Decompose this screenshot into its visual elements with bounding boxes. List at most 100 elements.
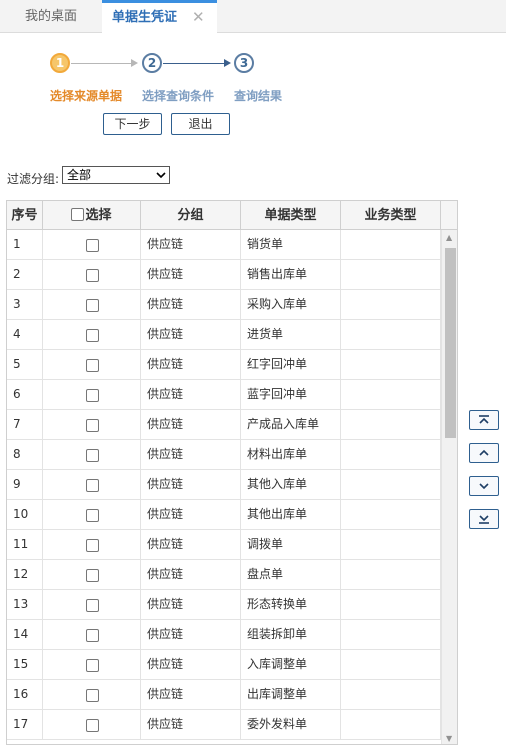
table-row[interactable]: 14 供应链 组装拆卸单: [7, 620, 441, 650]
row-group-cell: 供应链: [141, 350, 241, 380]
row-checkbox[interactable]: [86, 629, 99, 642]
document-type-grid: 序号 选择 分组 单据类型 业务类型 1 供应链 销货单 2 供应链 销售出库单 3 供应链采…: [6, 200, 458, 745]
row-checkbox[interactable]: [86, 419, 99, 432]
row-seq-cell: 9: [7, 470, 43, 500]
filter-group-value: 全部: [67, 168, 92, 182]
row-doc-type-cell: 入库调整单: [241, 650, 341, 680]
grid-header: 序号 选择 分组 单据类型 业务类型: [7, 201, 457, 230]
table-row[interactable]: 8 供应链 材料出库单: [7, 440, 441, 470]
row-biz-type-cell: [341, 680, 441, 710]
row-checkbox[interactable]: [86, 569, 99, 582]
row-select-cell: [43, 590, 141, 620]
row-checkbox[interactable]: [86, 449, 99, 462]
row-group-cell: 供应链: [141, 500, 241, 530]
vertical-scrollbar[interactable]: ▲ ▼: [441, 230, 457, 744]
row-checkbox[interactable]: [86, 389, 99, 402]
row-doc-type-cell: 其他出库单: [241, 500, 341, 530]
row-checkbox[interactable]: [86, 479, 99, 492]
row-seq-cell: 15: [7, 650, 43, 680]
table-row[interactable]: 2 供应链 销售出库单: [7, 260, 441, 290]
row-doc-type-cell: 销货单: [241, 230, 341, 260]
filter-group-select[interactable]: 全部: [62, 166, 170, 184]
move-up-icon: [479, 449, 489, 456]
row-checkbox[interactable]: [86, 329, 99, 342]
row-doc-type-cell: 组装拆卸单: [241, 620, 341, 650]
row-biz-type-cell: [341, 560, 441, 590]
row-doc-type-cell: 出库调整单: [241, 680, 341, 710]
next-step-button[interactable]: 下一步: [103, 113, 162, 135]
row-seq-cell: 3: [7, 290, 43, 320]
table-row[interactable]: 3 供应链 采购入库单: [7, 290, 441, 320]
table-row[interactable]: 17 供应链 委外发料单: [7, 710, 441, 740]
row-biz-type-cell: [341, 440, 441, 470]
table-row[interactable]: 4 供应链 进货单: [7, 320, 441, 350]
row-seq-cell: 6: [7, 380, 43, 410]
row-select-cell: [43, 650, 141, 680]
row-checkbox[interactable]: [86, 539, 99, 552]
tab-my-desktop[interactable]: 我的桌面: [0, 0, 102, 33]
scroll-down-icon[interactable]: ▼: [446, 734, 452, 743]
row-biz-type-cell: [341, 380, 441, 410]
row-group-cell: 供应链: [141, 560, 241, 590]
row-biz-type-cell: [341, 260, 441, 290]
table-row[interactable]: 11 供应链 调拨单: [7, 530, 441, 560]
row-seq-cell: 1: [7, 230, 43, 260]
row-seq-cell: 13: [7, 590, 43, 620]
scrollbar-thumb[interactable]: [445, 248, 456, 438]
column-header-doc-type: 单据类型: [241, 201, 341, 230]
row-checkbox[interactable]: [86, 299, 99, 312]
row-group-cell: 供应链: [141, 590, 241, 620]
table-row[interactable]: 1 供应链 销货单: [7, 230, 441, 260]
row-checkbox[interactable]: [86, 509, 99, 522]
row-group-cell: 供应链: [141, 230, 241, 260]
filter-group-label: 过滤分组:: [7, 172, 60, 186]
column-header-seq: 序号: [7, 201, 43, 230]
table-row[interactable]: 16 供应链 出库调整单: [7, 680, 441, 710]
exit-button[interactable]: 退出: [171, 113, 230, 135]
move-top-button[interactable]: [469, 410, 499, 430]
row-select-cell: [43, 680, 141, 710]
row-doc-type-cell: 材料出库单: [241, 440, 341, 470]
row-biz-type-cell: [341, 500, 441, 530]
table-row[interactable]: 5 供应链 红字回冲单: [7, 350, 441, 380]
close-icon[interactable]: ✕: [192, 3, 205, 32]
row-select-cell: [43, 350, 141, 380]
row-seq-cell: 10: [7, 500, 43, 530]
move-up-button[interactable]: [469, 443, 499, 463]
row-checkbox[interactable]: [86, 719, 99, 732]
row-seq-cell: 14: [7, 620, 43, 650]
select-all-checkbox[interactable]: [71, 208, 85, 221]
move-bottom-icon: [479, 515, 489, 524]
row-seq-cell: 12: [7, 560, 43, 590]
row-group-cell: 供应链: [141, 650, 241, 680]
row-biz-type-cell: [341, 650, 441, 680]
table-row[interactable]: 13 供应链 形态转换单: [7, 590, 441, 620]
scroll-up-icon[interactable]: ▲: [446, 233, 452, 242]
row-select-cell: [43, 470, 141, 500]
move-down-button[interactable]: [469, 476, 499, 496]
move-bottom-button[interactable]: [469, 509, 499, 529]
row-checkbox[interactable]: [86, 269, 99, 282]
table-row[interactable]: 10 供应链 其他出库单: [7, 500, 441, 530]
table-row[interactable]: 7 供应链 产成品入库单: [7, 410, 441, 440]
row-select-cell: [43, 380, 141, 410]
row-select-cell: [43, 320, 141, 350]
row-group-cell: 供应链: [141, 290, 241, 320]
row-biz-type-cell: [341, 230, 441, 260]
table-row[interactable]: 9 供应链 其他入库单: [7, 470, 441, 500]
table-row[interactable]: 6 供应链 蓝字回冲单: [7, 380, 441, 410]
row-doc-type-cell: 采购入库单: [241, 290, 341, 320]
row-checkbox[interactable]: [86, 599, 99, 612]
table-row[interactable]: 15 供应链 入库调整单: [7, 650, 441, 680]
row-checkbox[interactable]: [86, 689, 99, 702]
row-checkbox[interactable]: [86, 359, 99, 372]
column-header-select: 选择: [43, 201, 141, 230]
row-checkbox[interactable]: [86, 659, 99, 672]
table-row[interactable]: 12 供应链 盘点单: [7, 560, 441, 590]
row-doc-type-cell: 进货单: [241, 320, 341, 350]
step-1-label: 选择来源单据: [50, 89, 123, 103]
row-select-cell: [43, 530, 141, 560]
tab-voucher-generation[interactable]: 单据生凭证 ✕: [102, 0, 217, 33]
row-checkbox[interactable]: [86, 239, 99, 252]
row-seq-cell: 2: [7, 260, 43, 290]
